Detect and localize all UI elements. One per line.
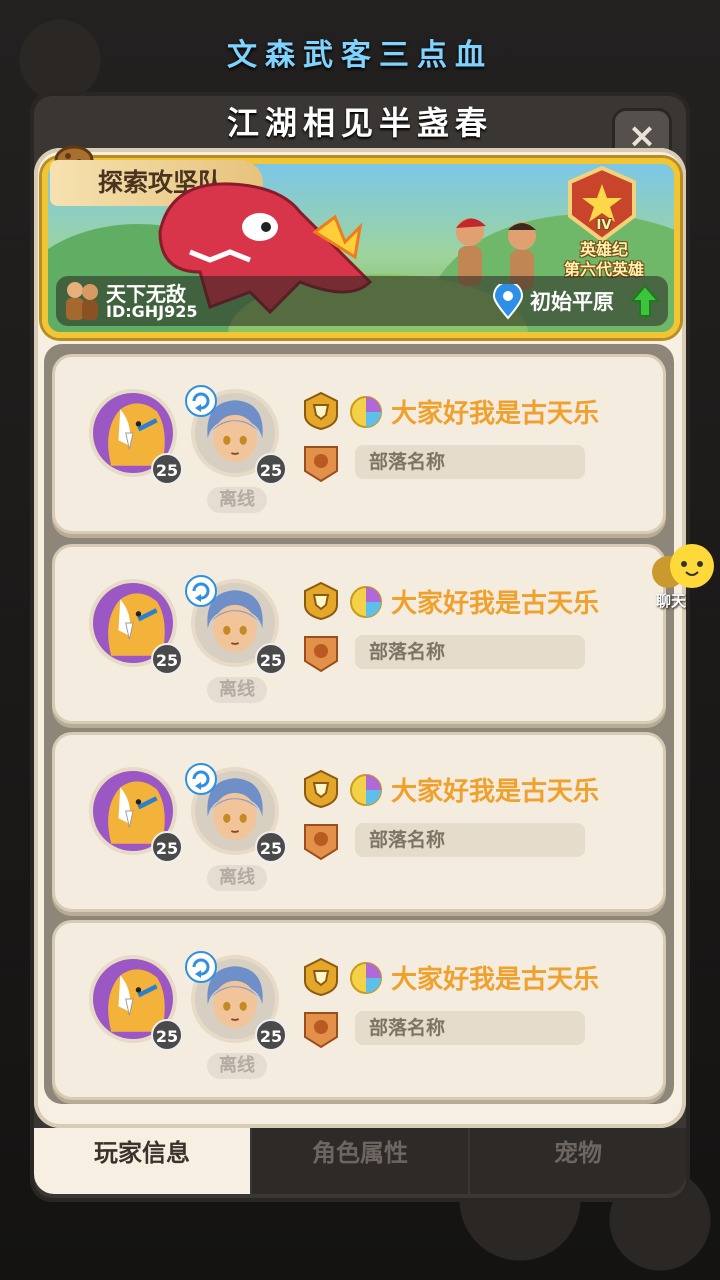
online-status: 离线	[207, 865, 267, 891]
pet-level-badge: 25	[151, 643, 183, 675]
member-card[interactable]: 25 25 离线 大家好我是古天乐 部落名称	[52, 920, 666, 1100]
tribe-banner-icon	[304, 446, 338, 483]
swap-icon[interactable]	[185, 575, 217, 607]
player-name: 大家好我是古天乐	[391, 399, 600, 429]
player-name: 大家好我是古天乐	[391, 589, 600, 619]
pet-level-badge: 25	[151, 453, 183, 485]
tribe-name: 部落名称	[355, 635, 585, 669]
swap-icon[interactable]	[185, 951, 217, 983]
member-card[interactable]: 25 25 离线 大家好我是古天乐 部落名称	[52, 544, 666, 724]
arrow-up-icon[interactable]	[630, 284, 660, 318]
rank-shield-icon	[304, 769, 338, 809]
swap-icon[interactable]	[185, 763, 217, 795]
online-status: 离线	[207, 487, 267, 513]
team-id: ID:GHJ925	[106, 302, 198, 321]
character-level-badge: 25	[255, 643, 287, 675]
chat-label[interactable]: 聊天	[656, 590, 686, 611]
character-level-badge: 25	[255, 1019, 287, 1051]
pet-level-badge: 25	[151, 1019, 183, 1051]
swap-icon[interactable]	[185, 385, 217, 417]
player-name: 大家好我是古天乐	[391, 965, 600, 995]
rank-shield-icon	[304, 391, 338, 431]
top-caption: 文森武客三点血	[227, 38, 493, 73]
player-name: 大家好我是古天乐	[391, 777, 600, 807]
character-level-badge: 25	[255, 453, 287, 485]
pet-level-badge: 25	[151, 831, 183, 863]
tribe-name: 部落名称	[355, 445, 585, 479]
character-level-badge: 25	[255, 831, 287, 863]
member-card[interactable]: 25 25 离线 大家好我是古天乐 部落名称	[52, 732, 666, 912]
badge-coin-icon	[350, 774, 382, 806]
tab-character-attributes[interactable]: 角色属性	[252, 1128, 470, 1194]
tribe-name: 部落名称	[355, 1011, 585, 1045]
badge-coin-icon	[350, 962, 382, 994]
tribe-name: 部落名称	[355, 823, 585, 857]
bottom-tabs: 玩家信息 角色属性 宠物	[34, 1128, 686, 1194]
location-name: 初始平原	[530, 290, 614, 314]
online-status: 离线	[207, 677, 267, 703]
badge-coin-icon	[350, 586, 382, 618]
online-status: 离线	[207, 1053, 267, 1079]
tab-pets[interactable]: 宠物	[470, 1128, 686, 1194]
rank-shield-icon	[304, 581, 338, 621]
badge-coin-icon	[350, 396, 382, 428]
tribe-banner-icon	[304, 1012, 338, 1049]
team-members-icon	[66, 282, 98, 320]
rank-roman: IV	[596, 218, 612, 233]
location-pin-icon	[492, 284, 524, 320]
member-card[interactable]: 25 25 离线 大家好我是古天乐 部落名称	[52, 354, 666, 534]
tribe-banner-icon	[304, 824, 338, 861]
tribe-banner-icon	[304, 636, 338, 673]
tab-player-info[interactable]: 玩家信息	[34, 1128, 252, 1194]
rank-shield-icon	[304, 957, 338, 997]
